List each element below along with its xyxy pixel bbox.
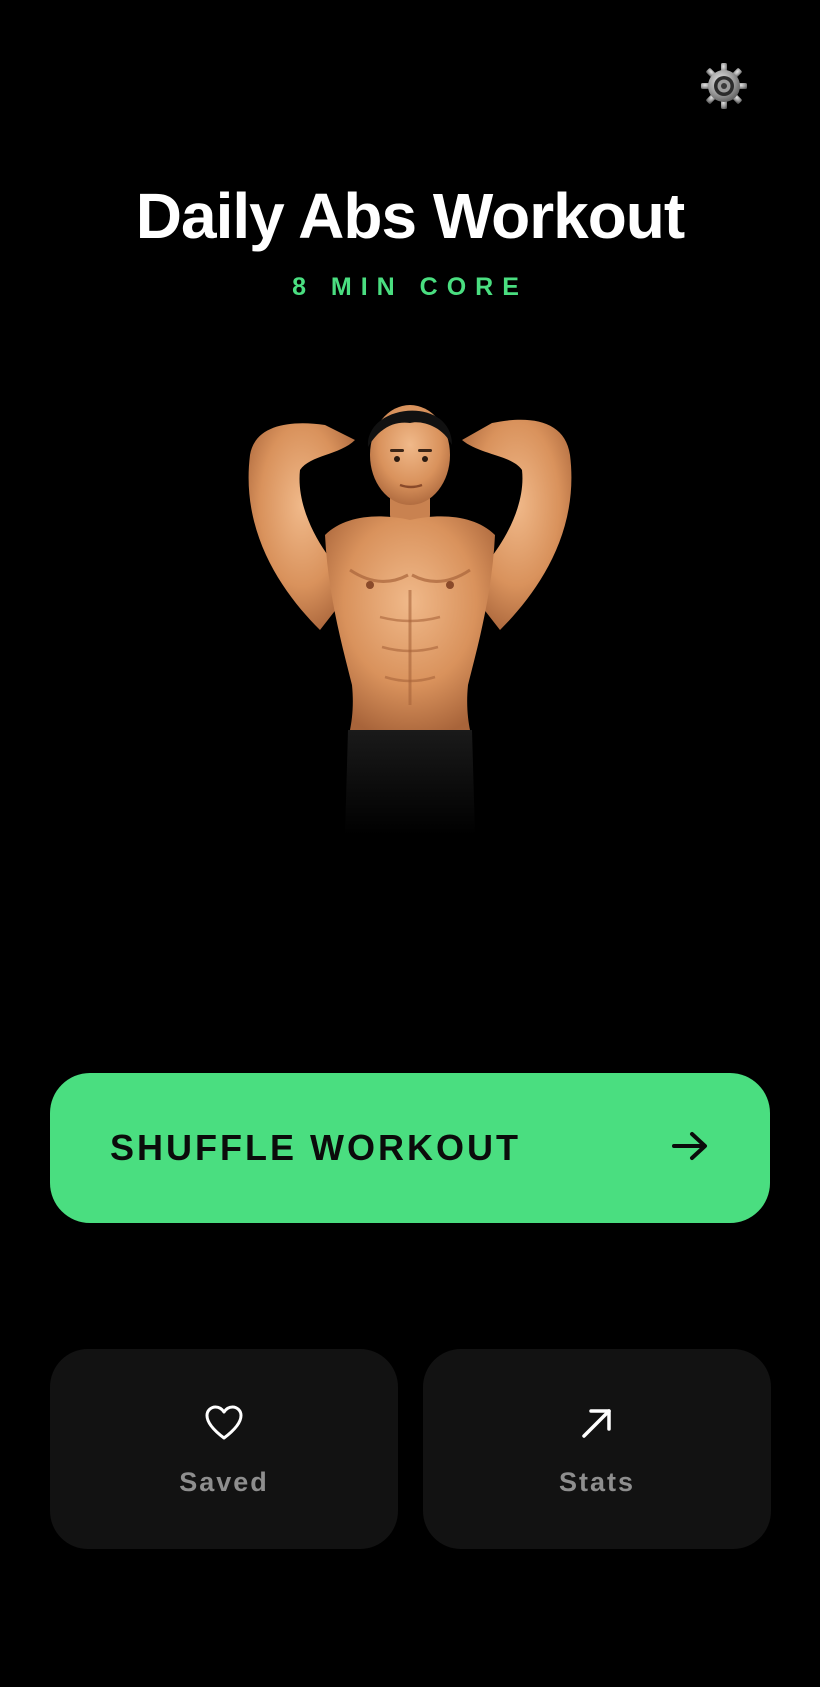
page-title: Daily Abs Workout	[135, 180, 685, 252]
heart-icon	[202, 1401, 246, 1445]
settings-button[interactable]	[696, 60, 752, 116]
page-subtitle: 8 MIN CORE	[292, 273, 528, 301]
arrow-up-right-icon	[575, 1401, 619, 1445]
shuffle-workout-label: SHUFFLE WORKOUT	[110, 1127, 521, 1168]
hero-image	[230, 385, 590, 835]
shuffle-workout-button[interactable]: SHUFFLE WORKOUT	[50, 1073, 770, 1223]
stats-label: Stats	[558, 1466, 636, 1497]
saved-label: Saved	[179, 1466, 269, 1497]
arrow-right-icon	[670, 1126, 710, 1171]
gear-icon	[700, 62, 748, 115]
saved-card[interactable]: Saved	[50, 1349, 398, 1549]
stats-card[interactable]: Stats	[423, 1349, 771, 1549]
